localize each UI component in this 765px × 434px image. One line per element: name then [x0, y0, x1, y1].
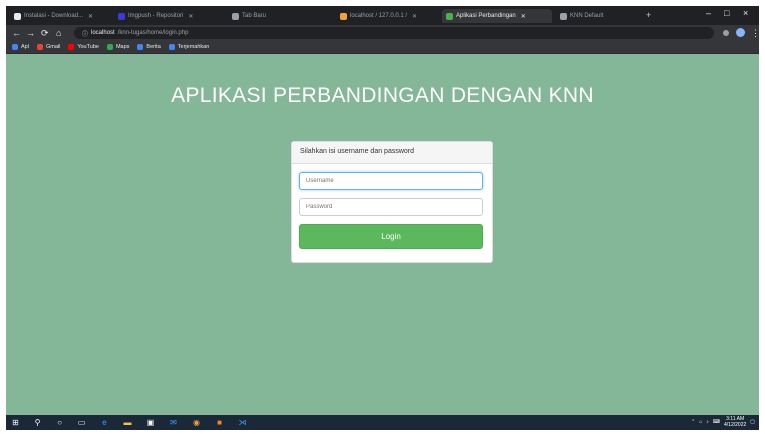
news-icon	[137, 44, 144, 50]
bookmark-label: Gmail	[45, 44, 61, 50]
password-input[interactable]	[299, 198, 483, 216]
page-viewport: APLIKASI PERBANDINGAN DENGAN KNN Silahka…	[6, 54, 759, 415]
address-path: /knn-tugas/home/login.php	[117, 30, 189, 36]
login-panel-heading: Silahkan isi username dan password	[292, 142, 492, 164]
maximize-button[interactable]: □	[724, 8, 729, 18]
windows-taskbar: ⊞ ⚲ ○ ▭ e ▬ ▣ ✉ ◉ ■ ⋊ ⌃ ⌂ ♪ ⌨ 3:11 AM 4/…	[6, 415, 759, 430]
login-form: Login	[292, 164, 492, 257]
tab-2[interactable]: Imgpush - Repositori ✕	[114, 9, 224, 23]
bookmark-youtube[interactable]: YouTube	[68, 44, 99, 50]
menu-kebab-icon[interactable]: ⋮	[751, 27, 759, 39]
tab-label: Tab Baru	[242, 13, 267, 19]
login-button[interactable]: Login	[299, 224, 483, 249]
tab-1[interactable]: Instalasi - Download... ✕	[10, 9, 110, 23]
bookmark-maps[interactable]: Maps	[106, 44, 130, 50]
cortana-icon[interactable]: ○	[54, 417, 65, 428]
network-icon[interactable]: ⌂	[699, 419, 702, 425]
tab-favicon-icon	[232, 12, 239, 20]
tab-label: localhost / 127.0.0.1 /	[350, 13, 408, 19]
store-icon[interactable]: ▣	[145, 417, 156, 428]
username-input[interactable]	[299, 172, 483, 190]
close-window-button[interactable]: ×	[743, 8, 748, 18]
notification-icon[interactable]: ▢	[750, 419, 755, 425]
clock-date: 4/12/2022	[724, 422, 747, 428]
clock[interactable]: 3:11 AM 4/12/2022	[724, 416, 746, 428]
windows-start-icon[interactable]: ⊞	[10, 417, 21, 428]
chrome-icon[interactable]: ◉	[191, 417, 202, 428]
youtube-icon	[68, 44, 75, 50]
close-tab-icon[interactable]: ✕	[88, 13, 93, 20]
edge-icon[interactable]: e	[99, 417, 110, 428]
browser-toolbar: ← → ⟳ ⌂ ⓘ localhost/knn-tugas/home/login…	[6, 25, 759, 41]
info-icon[interactable]: ⓘ	[82, 29, 88, 38]
apps-grid-icon	[12, 44, 18, 50]
translate-icon	[168, 44, 175, 50]
bookmarks-bar: Apl Gmail YouTube Maps Berita Terjemahka…	[6, 41, 759, 54]
page-title: APLIKASI PERBANDINGAN DENGAN KNN	[171, 84, 594, 107]
app-icon[interactable]: ■	[214, 417, 225, 428]
tab-label: Imgpush - Repositori	[128, 13, 184, 19]
gmail-icon	[36, 44, 43, 50]
bookmark-label: Terjemahkan	[177, 44, 210, 50]
tab-6[interactable]: KNN Default	[556, 9, 636, 23]
bookmark-apps[interactable]: Apl	[12, 44, 29, 50]
keyboard-icon[interactable]: ⌨	[713, 419, 720, 425]
new-tab-button[interactable]: +	[646, 10, 651, 20]
extension-icon[interactable]	[723, 30, 729, 36]
tab-label: KNN Default	[570, 13, 604, 19]
chevron-up-icon[interactable]: ⌃	[691, 419, 695, 425]
profile-avatar-icon[interactable]	[736, 28, 745, 37]
bookmark-label: Berita	[146, 44, 161, 50]
bookmark-gmail[interactable]: Gmail	[36, 44, 61, 50]
tab-5-active[interactable]: Aplikasi Perbandingan ✕	[442, 9, 552, 23]
login-panel: Silahkan isi username dan password Login	[291, 141, 493, 263]
address-host: localhost	[91, 30, 115, 36]
forward-button[interactable]: →	[26, 27, 35, 39]
tab-label: Aplikasi Perbandingan	[456, 13, 516, 19]
tab-3[interactable]: Tab Baru	[228, 9, 318, 23]
search-icon[interactable]: ⚲	[32, 417, 43, 428]
tab-favicon-icon	[340, 12, 347, 20]
bookmark-label: Maps	[115, 44, 130, 50]
bookmark-translate[interactable]: Terjemahkan	[168, 44, 210, 50]
bookmark-label: Apl	[21, 44, 29, 50]
system-tray: ⌃ ⌂ ♪ ⌨ 3:11 AM 4/12/2022 ▢	[691, 416, 755, 428]
reload-button[interactable]: ⟳	[41, 27, 49, 39]
browser-tab-strip: Instalasi - Download... ✕ Imgpush - Repo…	[6, 6, 759, 25]
tab-favicon-icon	[446, 12, 453, 20]
close-tab-icon[interactable]: ✕	[188, 13, 193, 20]
tab-favicon-icon	[14, 12, 21, 20]
close-tab-icon[interactable]: ✕	[521, 13, 526, 20]
maps-icon	[106, 44, 113, 50]
tab-favicon-icon	[118, 12, 125, 20]
tab-label: Instalasi - Download...	[24, 13, 84, 19]
close-tab-icon[interactable]: ✕	[412, 13, 417, 20]
mail-icon[interactable]: ✉	[168, 417, 179, 428]
bookmark-label: YouTube	[77, 44, 99, 50]
tab-4[interactable]: localhost / 127.0.0.1 / ✕	[336, 9, 436, 23]
back-button[interactable]: ←	[12, 27, 21, 39]
home-button[interactable]: ⌂	[56, 27, 61, 39]
file-explorer-icon[interactable]: ▬	[122, 417, 133, 428]
minimize-button[interactable]: –	[706, 8, 711, 18]
volume-icon[interactable]: ♪	[706, 419, 709, 425]
address-bar[interactable]: ⓘ localhost/knn-tugas/home/login.php	[74, 27, 714, 39]
task-view-icon[interactable]: ▭	[76, 417, 87, 428]
desktop-screen: Instalasi - Download... ✕ Imgpush - Repo…	[6, 6, 759, 430]
bookmark-news[interactable]: Berita	[137, 44, 161, 50]
tab-favicon-icon	[560, 12, 567, 20]
vscode-icon[interactable]: ⋊	[237, 417, 248, 428]
